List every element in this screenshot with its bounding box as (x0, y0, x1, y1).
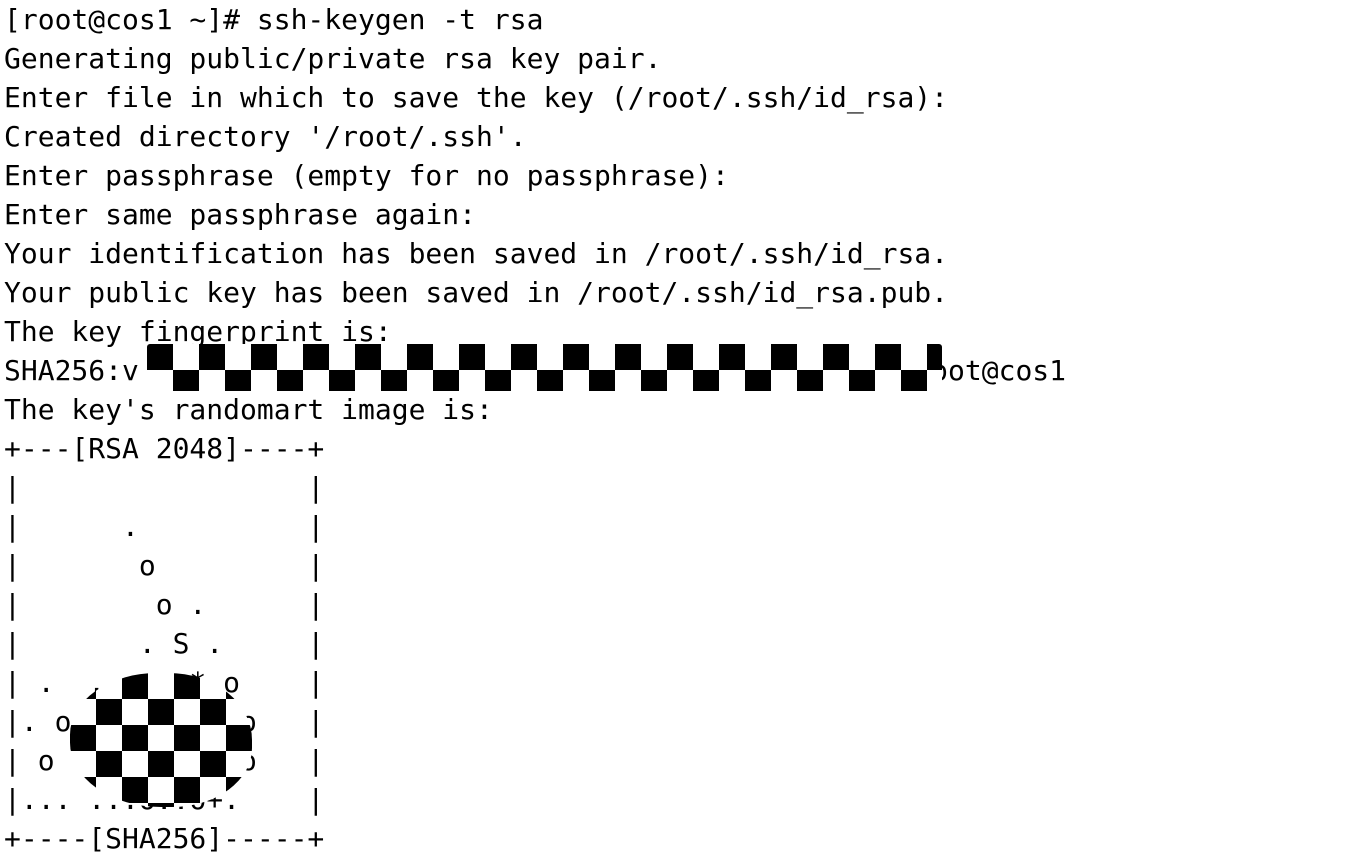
randomart-row-3: | o | (4, 549, 325, 582)
terminal-line-identification-saved: Your identification has been saved in /r… (4, 237, 949, 270)
terminal-line-command: [root@cos1 ~]# ssh-keygen -t rsa (4, 3, 544, 36)
randomart-row-5: | . S . | (4, 627, 325, 660)
terminal-line-enter-passphrase: Enter passphrase (empty for no passphras… (4, 159, 729, 192)
terminal-window[interactable]: [root@cos1 ~]# ssh-keygen -t rsa Generat… (0, 0, 1349, 859)
terminal-line-enter-file: Enter file in which to save the key (/ro… (4, 81, 949, 114)
terminal-line-enter-same-passphrase: Enter same passphrase again: (4, 198, 477, 231)
fingerprint-redaction (147, 344, 942, 391)
terminal-line-public-key-saved: Your public key has been saved in /root/… (4, 276, 949, 309)
randomart-row-1: | | (4, 471, 325, 504)
randomart-redaction (70, 673, 252, 807)
randomart-row-2: | . | (4, 510, 325, 543)
terminal-line-created-directory: Created directory '/root/.ssh'. (4, 120, 527, 153)
randomart-row-4: | o . | (4, 588, 325, 621)
terminal-line-generating: Generating public/private rsa key pair. (4, 42, 662, 75)
randomart-bottom-border: +----[SHA256]-----+ (4, 822, 325, 855)
terminal-line-randomart-label: The key's randomart image is: (4, 393, 493, 426)
randomart-top-border: +---[RSA 2048]----+ (4, 432, 325, 465)
